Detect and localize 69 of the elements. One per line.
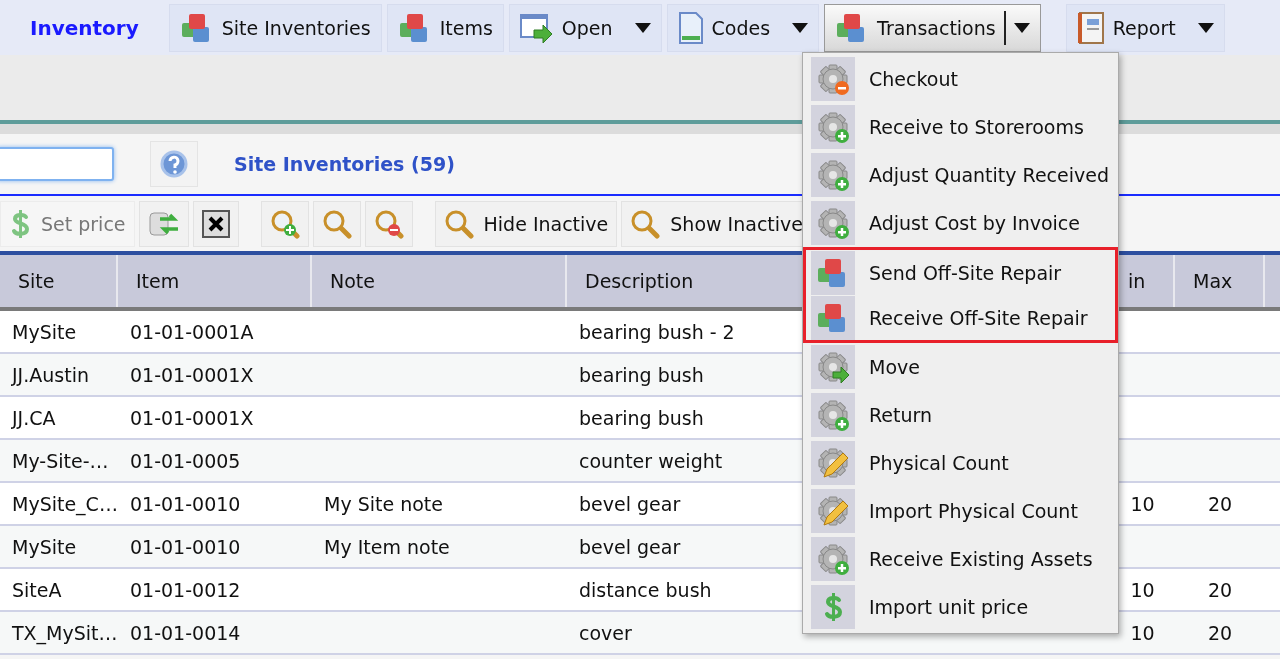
menu-item[interactable]: Checkout — [803, 55, 1118, 103]
table-cell: My-Site-… — [12, 449, 109, 472]
table-cell: bearing bush — [579, 363, 704, 386]
nav-button[interactable]: Items — [386, 3, 504, 52]
nav-button[interactable]: Open — [508, 3, 662, 52]
close-icon — [201, 209, 230, 238]
table-cell: bearing bush — [579, 406, 704, 429]
column-header[interactable]: Site — [0, 255, 118, 307]
table-cell: My Item note — [324, 535, 450, 558]
nav-button[interactable]: Site Inventories — [168, 3, 382, 52]
table-cell: TX_MySit… — [12, 621, 118, 644]
table-cell: bevel gear — [579, 492, 681, 515]
toolbar-button[interactable]: Hide Inactive — [434, 200, 618, 247]
nav-button[interactable]: Report — [1065, 3, 1225, 52]
table-cell: 01-01-0005 — [130, 449, 241, 472]
table-cell: 01-01-0010 — [130, 535, 241, 558]
dollar-icon — [822, 591, 844, 623]
help-button[interactable] — [150, 141, 198, 187]
caret-icon — [1197, 22, 1214, 33]
column-header[interactable]: Note — [312, 255, 567, 307]
table-cell: MySite — [12, 320, 77, 343]
table-cell: 01-01-0014 — [130, 621, 241, 644]
table-cell: cover — [579, 621, 632, 644]
nav-button[interactable]: Transactions — [824, 3, 1041, 52]
app-title: Inventory — [30, 15, 139, 40]
menu-item[interactable]: Receive Off-Site Repair — [803, 295, 1118, 343]
menu-item[interactable]: Send Off-Site Repair — [803, 247, 1118, 295]
table-cell: 20 — [1207, 578, 1233, 601]
table-cell: bearing bush - 2 — [579, 320, 735, 343]
toolbar-button[interactable] — [192, 200, 239, 247]
table-cell: SiteA — [12, 578, 62, 601]
search-field[interactable] — [0, 147, 114, 181]
table-cell: MySite_C… — [12, 492, 118, 515]
caret-icon — [1013, 22, 1030, 33]
table-cell: 01-01-0001A — [130, 320, 254, 343]
menu-item[interactable]: Receive to Storerooms — [803, 103, 1118, 151]
column-header[interactable]: Item — [118, 255, 312, 307]
table-cell: 20 — [1207, 492, 1233, 515]
table-cell: 01-01-0012 — [130, 578, 241, 601]
table-cell: MySite — [12, 535, 77, 558]
table-cell: distance bush — [579, 578, 712, 601]
table-cell: 01-01-0001X — [130, 363, 254, 386]
zoom-out-icon — [373, 208, 404, 239]
table-cell: My Site note — [324, 492, 443, 515]
column-header[interactable]: Max — [1175, 255, 1265, 307]
table-cell: 20 — [1207, 621, 1233, 644]
table-cell: JJ.Austin — [12, 363, 89, 386]
caret-icon — [792, 22, 809, 33]
help-icon — [160, 150, 188, 178]
table-cell: 10 — [1130, 492, 1155, 515]
search-icon — [443, 208, 474, 239]
dollar-icon — [9, 207, 31, 240]
menu-item[interactable]: Adjust Quantity Received — [803, 151, 1118, 199]
table-cell: counter weight — [579, 449, 723, 472]
table-cell: 01-01-0001X — [130, 406, 254, 429]
search-icon — [321, 208, 352, 239]
search-icon — [630, 208, 661, 239]
list-title: Site Inventories (59) — [234, 153, 455, 175]
page-icon — [677, 11, 704, 44]
table-cell: 10 — [1130, 621, 1155, 644]
table-cell: JJ.CA — [12, 406, 56, 429]
caret-icon — [634, 22, 651, 33]
notebook-icon — [1076, 11, 1105, 44]
table-cell: 10 — [1130, 578, 1155, 601]
window-arrow-icon — [519, 12, 554, 43]
table-cell: 01-01-0010 — [130, 492, 241, 515]
zoom-in-icon — [269, 208, 300, 239]
table-cell: bevel gear — [579, 535, 681, 558]
nav-button[interactable]: Codes — [666, 3, 820, 52]
